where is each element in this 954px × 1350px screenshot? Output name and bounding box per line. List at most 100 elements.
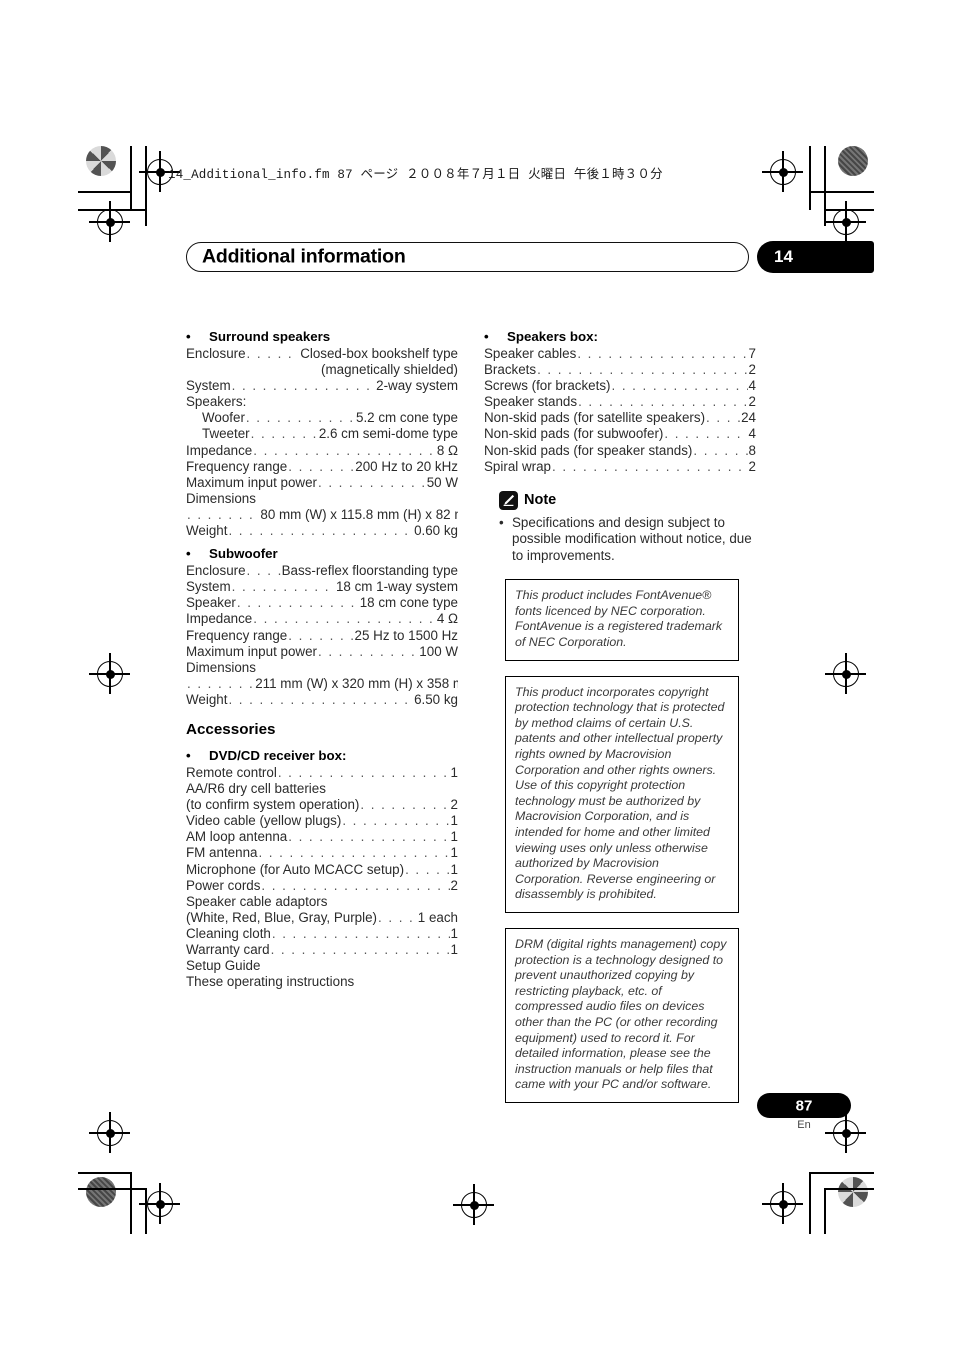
spec-value: Closed-box bookshelf type [300, 346, 458, 361]
registration-mark [825, 653, 866, 694]
registration-mark [762, 1183, 803, 1224]
bullet-icon: • [186, 329, 191, 344]
legal-text: DRM (digital rights management) copy pro… [515, 936, 727, 1092]
spec-row: Tweeter . . . . . . . . . . . . . 2.6 cm… [186, 426, 458, 442]
accessory-qty: 2 [450, 797, 458, 813]
accessory-row: (White, Red, Blue, Gray, Purple) . . . .… [186, 910, 458, 926]
accessory-row: AM loop antenna . . . . . . . . . . . . … [186, 829, 458, 845]
subheading-speakers-box: • Speakers box: [484, 328, 756, 345]
left-column: • Surround speakers Enclosure . . . . . … [186, 328, 458, 990]
accessory-label: Cleaning cloth [186, 925, 271, 941]
spec-label: Weight [186, 523, 228, 539]
spec-value: 100 W [419, 643, 458, 659]
accessory-label: Speaker cable adaptors [186, 893, 328, 909]
spec-label: Speakers: [186, 394, 247, 410]
spec-row: Maximum input power . . . . . . . . . . … [186, 644, 458, 660]
accessory-qty: 8 [748, 442, 756, 458]
spec-value: 18 cm cone type [359, 595, 458, 611]
accessory-label: Non-skid pads (for speaker stands) [484, 442, 693, 458]
subheading-label: Speakers box: [507, 329, 598, 344]
dot-leader: . . . . . . . . . . . . . . . . . . . . … [277, 764, 450, 780]
bullet-icon: • [484, 329, 489, 344]
dot-leader: . . . . . . . . . . . . . . . . . [317, 474, 426, 490]
dot-leader: . . . . . . . [246, 563, 281, 579]
note-block: Note • Specifications and design subject… [484, 490, 756, 565]
crop-line [809, 1172, 811, 1234]
legal-text: This product includes FontAvenue® fonts … [515, 588, 723, 650]
accessory-label: These operating instructions [186, 974, 355, 990]
pencil-icon [499, 490, 518, 510]
spec-row: Frequency range . . . . . . . . . . . . … [186, 459, 458, 475]
dot-leader: . . . . . . . . . . . . . . . . . . . [236, 595, 359, 611]
spec-row: Enclosure . . . . . . . . . . Closed-box… [186, 346, 458, 362]
accessory-row: Power cords . . . . . . . . . . . . . . … [186, 878, 458, 894]
spec-label: System [186, 378, 231, 394]
dot-leader: . . . . . . . . . . . . [288, 458, 354, 474]
subheading-label: DVD/CD receiver box: [209, 747, 347, 763]
dot-leader: . . . . . . . . . . . . . . . . . . . . … [577, 346, 748, 361]
accessory-qty: 1 [450, 813, 458, 829]
registration-mark [89, 1112, 130, 1153]
crop-line [825, 1188, 874, 1190]
crop-line [130, 1172, 132, 1234]
crop-line [145, 1188, 147, 1234]
registration-mark [139, 1183, 180, 1224]
spec-row: . . . . . . . 211 mm (W) x 320 mm (H) x … [186, 676, 458, 692]
spec-row: System . . . . . . . . . . . . . . . . 1… [186, 579, 458, 595]
subheading-label: Surround speakers [209, 329, 331, 344]
dot-leader: . . . . . . . . . [693, 442, 747, 458]
dot-leader: . . . . . . . . . . [246, 346, 300, 361]
spec-value: 2.6 cm semi-dome type [318, 426, 458, 442]
spec-label: Impedance [186, 442, 253, 458]
spec-value: 211 mm (W) x 320 mm (H) x 358 mm (D) [255, 675, 458, 691]
accessory-qty: 4 [748, 378, 756, 394]
note-header: Note [499, 490, 756, 510]
density-patch-bottom-right [838, 1177, 868, 1207]
dot-leader: . . . . . . . [187, 506, 260, 522]
accessory-label: Power cords [186, 877, 261, 893]
crop-line [78, 1172, 131, 1174]
note-item: • Specifications and design subject to p… [499, 515, 756, 565]
accessory-list-receiver-box: Remote control . . . . . . . . . . . . .… [186, 765, 458, 990]
accessory-row: Non-skid pads (for speaker stands) . . .… [484, 443, 756, 459]
dot-leader: . . . . . . . . . . . . . . . . [342, 813, 449, 829]
crop-line [809, 146, 811, 210]
dot-leader: . . . . . . . . . . . . . . . . . . [611, 378, 748, 394]
spec-row: Maximum input power . . . . . . . . . . … [186, 475, 458, 491]
spec-label: Enclosure [186, 563, 246, 579]
accessory-row: Speaker cables . . . . . . . . . . . . .… [484, 346, 756, 362]
accessory-row: Microphone (for Auto MCACC setup) . . . … [186, 862, 458, 878]
spec-label: System [186, 579, 231, 595]
accessory-label: Spiral wrap [484, 458, 551, 474]
registration-mark [453, 1184, 494, 1225]
dot-leader: . . . . . . . . . . . . . . . . . . . . … [551, 458, 748, 474]
accessory-qty: 7 [748, 346, 756, 361]
spec-value: 2-way system [376, 378, 458, 394]
spec-value: 6.50 kg [414, 691, 458, 707]
accessory-label: Non-skid pads (for satellite speakers) [484, 410, 706, 426]
spec-label: Impedance [186, 611, 253, 627]
bullet-icon: • [186, 546, 191, 562]
spec-value: 4 Ω [436, 611, 458, 627]
spec-value: 8 Ω [436, 442, 458, 458]
accessory-qty: 2 [748, 362, 756, 378]
legal-notice-drm: DRM (digital rights management) copy pro… [505, 927, 739, 1103]
accessory-qty: 1 [450, 829, 458, 845]
spec-label: Dimensions [186, 659, 256, 675]
accessory-label: FM antenna [186, 845, 258, 861]
right-column: • Speakers box: Speaker cables . . . . .… [484, 328, 756, 1103]
chapter-number: 14 [774, 247, 793, 266]
crop-line [78, 1188, 146, 1190]
accessory-qty: 1 each [417, 909, 458, 925]
section-heading-accessories: Accessories [186, 720, 276, 738]
registration-mark [89, 653, 130, 694]
spec-label: Speaker [186, 595, 236, 611]
dot-leader: . . . . . . . . . . . . . . . . . . . . … [270, 942, 450, 957]
accessory-qty: 2 [748, 394, 756, 410]
spec-row: System . . . . . . . . . . . . . . . . .… [186, 378, 458, 394]
spec-note: (magnetically shielded) [321, 362, 458, 378]
source-file-header: 14_Additional_info.fm 87 ページ ２００８年７月１日 火… [168, 168, 663, 182]
subheading-surround-speakers: • Surround speakers [186, 328, 458, 345]
dot-leader: . . . . . . . . . . . . . . . . . . . . … [258, 845, 450, 861]
crop-line [824, 146, 826, 226]
